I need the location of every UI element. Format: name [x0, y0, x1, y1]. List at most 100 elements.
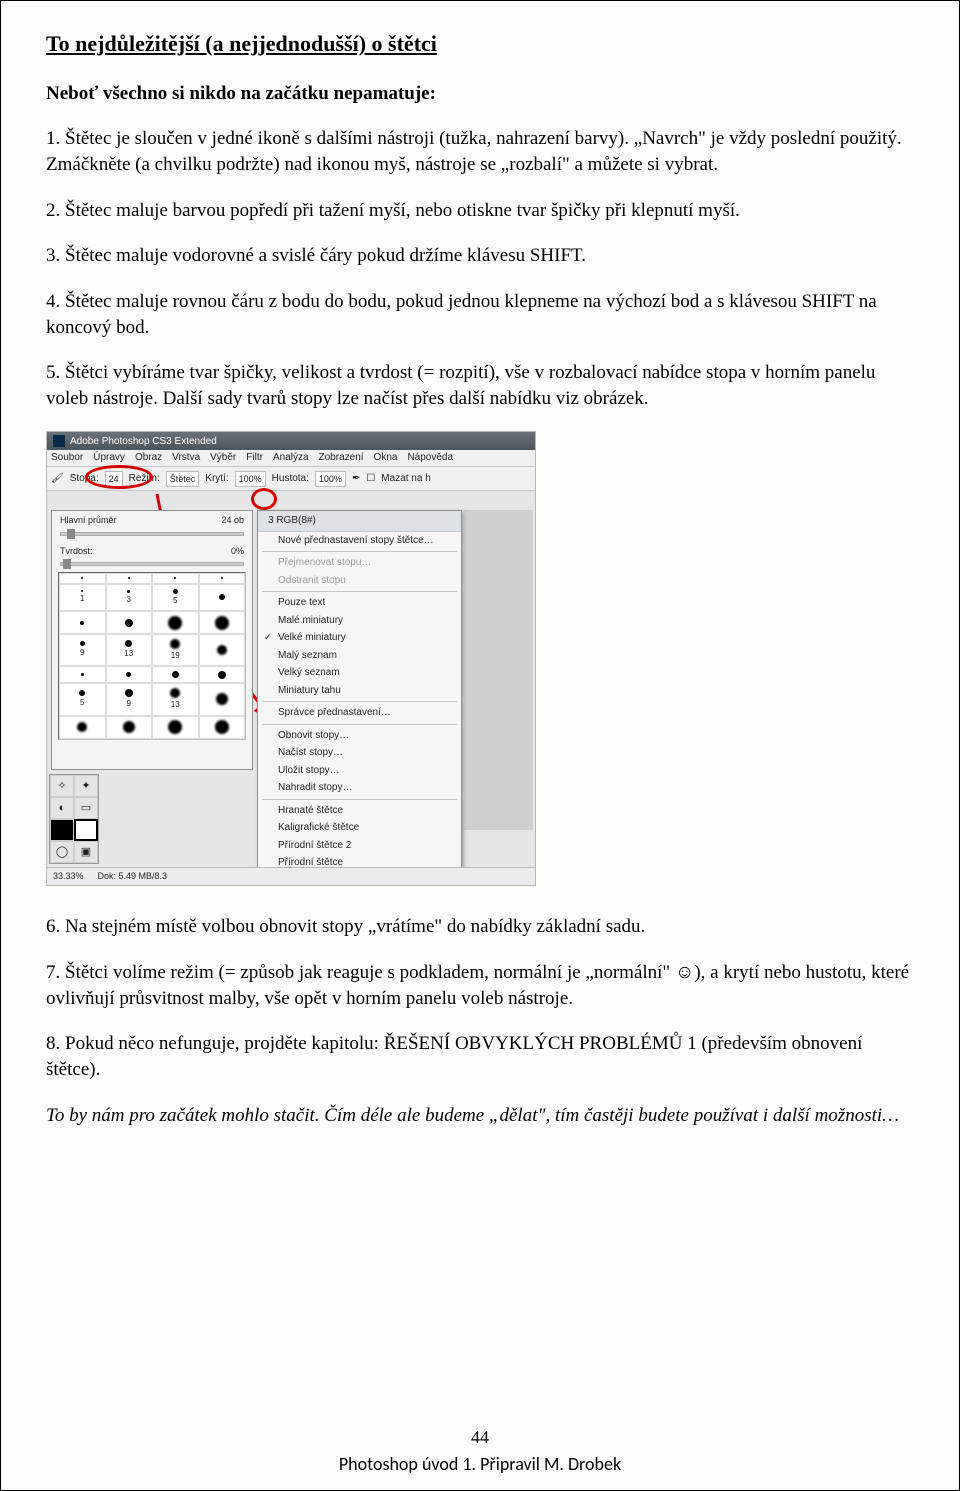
paragraph-4: 4. Štětec maluje rovnou čáru z bodu do b…: [46, 289, 914, 340]
brush-thumbnail[interactable]: [106, 716, 153, 739]
page-title: To nejdůležitější (a nejjednodušší) o št…: [46, 29, 914, 59]
tool-icon[interactable]: ▭: [74, 797, 98, 819]
menu-napoveda[interactable]: Nápověda: [407, 451, 453, 465]
brush-thumbnail[interactable]: 9: [59, 634, 106, 666]
screenmode-icon[interactable]: ▣: [74, 841, 98, 863]
menu-separator: [262, 701, 457, 702]
brush-thumbnail[interactable]: [152, 716, 199, 739]
hustota-value[interactable]: 100%: [315, 471, 346, 487]
airbrush-icon[interactable]: ✒: [352, 472, 360, 486]
paragraph-7: 7. Štětci volíme režim (= způsob jak rea…: [46, 960, 914, 1011]
brush-thumbnail[interactable]: [152, 611, 199, 634]
brush-thumbnail[interactable]: 9: [106, 683, 153, 715]
menu-zobrazeni[interactable]: Zobrazení: [319, 451, 364, 465]
menu-item[interactable]: Velký seznam: [258, 664, 461, 682]
kryti-value[interactable]: 100%: [235, 471, 266, 487]
brush-thumbnail[interactable]: [59, 573, 106, 584]
brush-thumbnail[interactable]: 5: [59, 683, 106, 715]
menu-separator: [262, 799, 457, 800]
foreground-color-icon[interactable]: [50, 819, 74, 841]
paragraph-8: 8. Pokud něco nefunguje, projděte kapito…: [46, 1031, 914, 1082]
brush-thumbnail[interactable]: 13: [152, 683, 199, 715]
menu-vyber[interactable]: Výběr: [210, 451, 236, 465]
menu-analyza[interactable]: Analýza: [273, 451, 309, 465]
brush-thumbnail[interactable]: [59, 716, 106, 739]
menu-item: Odstranit stopu: [258, 572, 461, 590]
brush-flyout-menu: 3 RGB(8#) Nové přednastavení stopy štětc…: [257, 510, 462, 886]
menu-soubor[interactable]: Soubor: [51, 451, 83, 465]
page-subtitle: Neboť všechno si nikdo na začátku nepama…: [46, 81, 914, 107]
brush-thumbnail[interactable]: [59, 666, 106, 683]
brush-thumbnail[interactable]: [152, 573, 199, 584]
brush-thumbnail[interactable]: [199, 666, 246, 683]
menu-upravy[interactable]: Úpravy: [93, 451, 125, 465]
annotation-circle-flyout: [251, 488, 277, 510]
diameter-label: Hlavní průměr: [60, 514, 117, 526]
brush-thumbnail[interactable]: [106, 666, 153, 683]
rezim-value[interactable]: Štětec: [166, 471, 200, 487]
hardness-value[interactable]: 0%: [231, 545, 244, 557]
footer-credit: Photoshop úvod 1. Připravil M. Drobek: [1, 1452, 959, 1476]
menu-vrstva[interactable]: Vrstva: [172, 451, 200, 465]
menu-filtr[interactable]: Filtr: [246, 451, 263, 465]
hardness-slider[interactable]: [60, 562, 244, 566]
menu-item[interactable]: Malý seznam: [258, 647, 461, 665]
menu-separator: [262, 591, 457, 592]
brush-thumbnail[interactable]: 1: [59, 584, 106, 611]
brush-thumbnail[interactable]: 3: [106, 584, 153, 611]
brush-thumbnail[interactable]: [199, 573, 246, 584]
menu-item[interactable]: Malé miniatury: [258, 612, 461, 630]
menu-item[interactable]: Správce přednastavení…: [258, 704, 461, 722]
menu-item[interactable]: Velké miniatury: [258, 629, 461, 647]
tool-icon[interactable]: ✧: [50, 775, 74, 797]
mazat-checkbox[interactable]: ☐: [366, 472, 375, 486]
menu-okna[interactable]: Okna: [374, 451, 398, 465]
app-titlebar: Adobe Photoshop CS3 Extended: [47, 432, 535, 450]
brush-thumbnail[interactable]: 13: [106, 634, 153, 666]
menu-item[interactable]: Přírodní štětce 2: [258, 837, 461, 855]
paragraph-5: 5. Štětci vybíráme tvar špičky, velikost…: [46, 360, 914, 411]
toolbox[interactable]: ✧ ✦ ◐ ▭ ◯ ▣: [49, 774, 99, 864]
brush-thumbnail[interactable]: [199, 584, 246, 611]
quickmask-icon[interactable]: ◯: [50, 841, 74, 863]
menu-item[interactable]: Hranaté štětce: [258, 802, 461, 820]
menu-item[interactable]: Nahradit stopy…: [258, 779, 461, 797]
brush-thumbnail[interactable]: 19: [152, 634, 199, 666]
menu-item[interactable]: Nové přednastavení stopy štětce…: [258, 532, 461, 550]
brush-thumbnail[interactable]: [106, 573, 153, 584]
brush-thumbnail[interactable]: [199, 716, 246, 739]
kryti-label: Krytí:: [205, 472, 228, 486]
tool-icon[interactable]: ✦: [74, 775, 98, 797]
diameter-value[interactable]: 24 ob: [221, 514, 244, 526]
page-footer: 44 Photoshop úvod 1. Připravil M. Drobek: [1, 1425, 959, 1476]
brush-tool-icon[interactable]: 🖌: [51, 472, 64, 486]
zoom-level[interactable]: 33.33%: [53, 870, 84, 883]
menu-item[interactable]: Obnovit stopy…: [258, 727, 461, 745]
brush-thumbnail[interactable]: [199, 634, 246, 666]
page-number: 44: [1, 1425, 959, 1449]
brush-thumbnail[interactable]: [59, 611, 106, 634]
tool-icon[interactable]: ◐: [50, 797, 74, 819]
status-bar: 33.33% Dok: 5.49 MB/8.3: [47, 867, 535, 885]
background-color-icon[interactable]: [74, 819, 98, 841]
mazat-label: Mazat na h: [381, 472, 430, 486]
brush-thumbnail[interactable]: 5: [152, 584, 199, 611]
menu-obraz[interactable]: Obraz: [135, 451, 162, 465]
menu-item[interactable]: Uložit stopy…: [258, 762, 461, 780]
brush-thumbnail[interactable]: [106, 611, 153, 634]
hustota-label: Hustota:: [272, 472, 309, 486]
menu-item[interactable]: Kaligrafické štětce: [258, 819, 461, 837]
brush-thumbnail[interactable]: [199, 611, 246, 634]
menu-item[interactable]: Pouze text: [258, 594, 461, 612]
paragraph-2: 2. Štětec maluje barvou popředí při taže…: [46, 198, 914, 224]
paragraph-1: 1. Štětec je sloučen v jedné ikoně s dal…: [46, 126, 914, 177]
brush-thumbnails-grid[interactable]: 135913195913: [58, 572, 246, 740]
menu-separator: [262, 724, 457, 725]
diameter-slider[interactable]: [60, 532, 244, 536]
doc-size: Dok: 5.49 MB/8.3: [98, 870, 168, 883]
brush-thumbnail[interactable]: [152, 666, 199, 683]
canvas-area: [463, 510, 533, 830]
brush-thumbnail[interactable]: [199, 683, 246, 715]
menu-item[interactable]: Miniatury tahu: [258, 682, 461, 700]
menu-item[interactable]: Načíst stopy…: [258, 744, 461, 762]
